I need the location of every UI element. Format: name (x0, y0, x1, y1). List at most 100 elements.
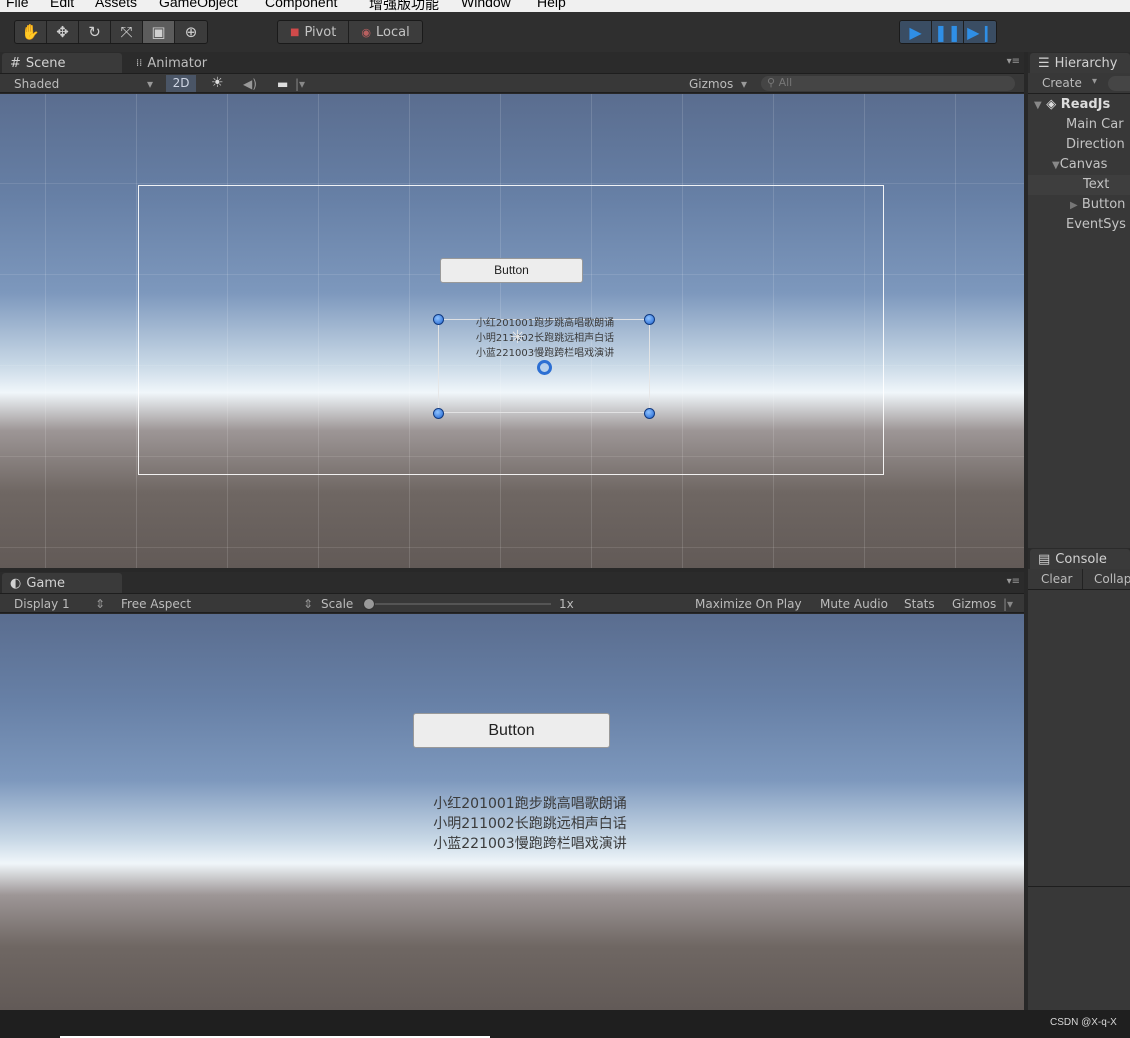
game-controller-icon: ◐ (10, 575, 22, 591)
hierarchy-item-button[interactable]: ▶ Button (1028, 195, 1130, 215)
unity-scene-icon: ◈ (1046, 97, 1057, 112)
display-dropdown[interactable]: Display 1 (14, 597, 70, 611)
local-button[interactable]: ◉ Local (349, 21, 421, 43)
game-view[interactable]: Button 小红201001跑步跳高唱歌朗诵 小明211002长跑跳远相声白话… (0, 614, 1024, 1010)
rect-handle-top-left[interactable] (433, 314, 444, 325)
scene-button[interactable]: Button (440, 258, 583, 283)
panel-menu-icon[interactable]: ▾≡ (1007, 56, 1020, 67)
menu-component[interactable]: Component (265, 0, 337, 10)
hierarchy-item-eventsystem[interactable]: EventSys (1028, 215, 1130, 235)
collapse-button[interactable]: Collap (1094, 572, 1130, 586)
console-toolbar: Clear Collap (1028, 569, 1130, 590)
hierarchy-item-canvas[interactable]: ▼Canvas (1028, 155, 1130, 175)
mute-audio-toggle[interactable]: Mute Audio (820, 597, 888, 611)
hierarchy-toolbar: Create ▾ (1028, 73, 1130, 94)
shading-mode-dropdown[interactable]: Shaded (14, 77, 59, 91)
game-text: 小红201001跑步跳高唱歌朗诵 小明211002长跑跳远相声白话 小蓝2210… (433, 796, 627, 852)
hierarchy-panel: ☰ Hierarchy Create ▾ ▼ ◈ ReadJs Main Car … (1028, 52, 1130, 548)
game-gizmos-chevron-icon: |▾ (1003, 597, 1014, 611)
console-panel: ▤ Console Clear Collap (1028, 548, 1130, 886)
scene-view[interactable]: Button 小红201001跑步跳高唱歌朗诵 小明211002长跑跳远相声白话… (0, 94, 1024, 568)
canvas-expand-arrow-icon: ▼ (1052, 160, 1060, 171)
scene-tabbar: # Scene ⁞⁞ Animator ▾≡ (0, 52, 1024, 73)
rect-tool-icon[interactable]: ▣ (143, 21, 175, 43)
move-tool-icon[interactable]: ✥ (47, 21, 79, 43)
menu-window[interactable]: Window (461, 0, 511, 10)
scale-value: 1x (559, 597, 574, 611)
menu-enhanced[interactable]: 增强版功能 (369, 0, 439, 12)
menu-edit[interactable]: Edit (50, 0, 74, 10)
animator-icon: ⁞⁞ (136, 57, 143, 69)
display-chevron-icon: ⇕ (95, 597, 106, 611)
status-bar: CSDN @X-q-X (0, 1010, 1130, 1038)
tab-animator[interactable]: ⁞⁞ Animator (128, 53, 215, 73)
rect-handle-bottom-left[interactable] (433, 408, 444, 419)
effects-icon[interactable]: ▬ (277, 77, 288, 91)
tab-hierarchy[interactable]: ☰ Hierarchy (1030, 53, 1130, 73)
button-collapse-arrow-icon: ▶ (1070, 200, 1078, 211)
anchor-icon[interactable]: ✳ (510, 327, 525, 348)
gizmos-chevron-icon: ▾ (741, 77, 748, 91)
game-button[interactable]: Button (413, 713, 610, 748)
tab-scene[interactable]: # Scene (2, 53, 122, 73)
play-icon[interactable]: ▶ (900, 21, 932, 43)
pivot-button[interactable]: ■ Pivot (278, 21, 350, 43)
scale-label: Scale (321, 597, 354, 611)
menu-help[interactable]: Help (537, 0, 566, 10)
create-chevron-icon: ▾ (1092, 76, 1098, 87)
audio-icon[interactable]: ◀) (243, 77, 257, 91)
hand-tool-icon[interactable]: ✋ (15, 21, 47, 43)
watermark: CSDN @X-q-X (1050, 1017, 1117, 1028)
console-detail-area (1028, 886, 1130, 1010)
search-icon: ⚲ (767, 76, 776, 89)
console-tabbar: ▤ Console (1028, 548, 1130, 569)
game-subbar: Display 1 ⇕ Free Aspect ⇕ Scale 1x Maxim… (0, 593, 1024, 613)
pause-icon[interactable]: ❚❚ (932, 21, 964, 43)
menu-assets[interactable]: Assets (95, 0, 137, 10)
menu-bar: File Edit Assets GameObject Component 增强… (0, 0, 1130, 12)
aspect-dropdown[interactable]: Free Aspect (121, 597, 191, 611)
mode-2d-toggle[interactable]: 2D (166, 75, 196, 92)
scene-subbar: Shaded ▾ 2D ☀ ◀) ▬ |▾ Gizmos ▾ ⚲ All (0, 73, 1024, 93)
create-dropdown[interactable]: Create (1042, 76, 1082, 90)
local-icon: ◉ (361, 25, 371, 39)
stats-toggle[interactable]: Stats (904, 597, 935, 611)
grid-icon: # (10, 55, 21, 71)
game-panel-menu-icon[interactable]: ▾≡ (1007, 576, 1020, 587)
console-divider (1082, 569, 1083, 589)
scene-root-item[interactable]: ▼ ◈ ReadJs (1028, 95, 1130, 115)
transform-tool-icon[interactable]: ⊕ (175, 21, 207, 43)
rotate-tool-icon[interactable]: ↻ (79, 21, 111, 43)
transform-tools: ✋ ✥ ↻ ⤧ ▣ ⊕ (14, 20, 208, 44)
hierarchy-item-directional-light[interactable]: Direction (1028, 135, 1130, 155)
scale-tool-icon[interactable]: ⤧ (111, 21, 143, 43)
hierarchy-item-text[interactable]: Text (1028, 175, 1130, 195)
scene-search-input[interactable]: ⚲ All (761, 76, 1015, 91)
pivot-handle[interactable] (537, 360, 552, 375)
tab-game[interactable]: ◐ Game (2, 573, 122, 593)
rect-handle-top-right[interactable] (644, 314, 655, 325)
game-tabbar: ◐ Game ▾≡ (0, 572, 1024, 593)
hierarchy-icon: ☰ (1038, 55, 1050, 71)
scale-slider-thumb[interactable] (363, 598, 375, 610)
hierarchy-item-main-camera[interactable]: Main Car (1028, 115, 1130, 135)
lighting-icon[interactable]: ☀ (211, 75, 224, 91)
hierarchy-tabbar: ☰ Hierarchy (1028, 52, 1130, 73)
expand-arrow-icon: ▼ (1034, 100, 1042, 111)
menu-gameobject[interactable]: GameObject (159, 0, 238, 10)
maximize-on-play-toggle[interactable]: Maximize On Play (695, 597, 802, 611)
clear-button[interactable]: Clear (1041, 572, 1072, 586)
menu-file[interactable]: File (6, 0, 29, 10)
scale-slider-track[interactable] (369, 603, 551, 605)
console-icon: ▤ (1038, 551, 1051, 567)
play-controls: ▶ ❚❚ ▶❙ (899, 20, 997, 44)
shading-chevron-icon: ▾ (147, 77, 154, 91)
effects-chevron-icon: |▾ (295, 77, 306, 91)
gizmos-dropdown[interactable]: Gizmos (689, 77, 733, 91)
rect-handle-bottom-right[interactable] (644, 408, 655, 419)
step-icon[interactable]: ▶❙ (964, 21, 996, 43)
tab-console[interactable]: ▤ Console (1030, 549, 1130, 569)
game-gizmos-dropdown[interactable]: Gizmos (952, 597, 996, 611)
hierarchy-search-input[interactable] (1108, 76, 1130, 91)
pivot-icon: ■ (290, 26, 300, 38)
